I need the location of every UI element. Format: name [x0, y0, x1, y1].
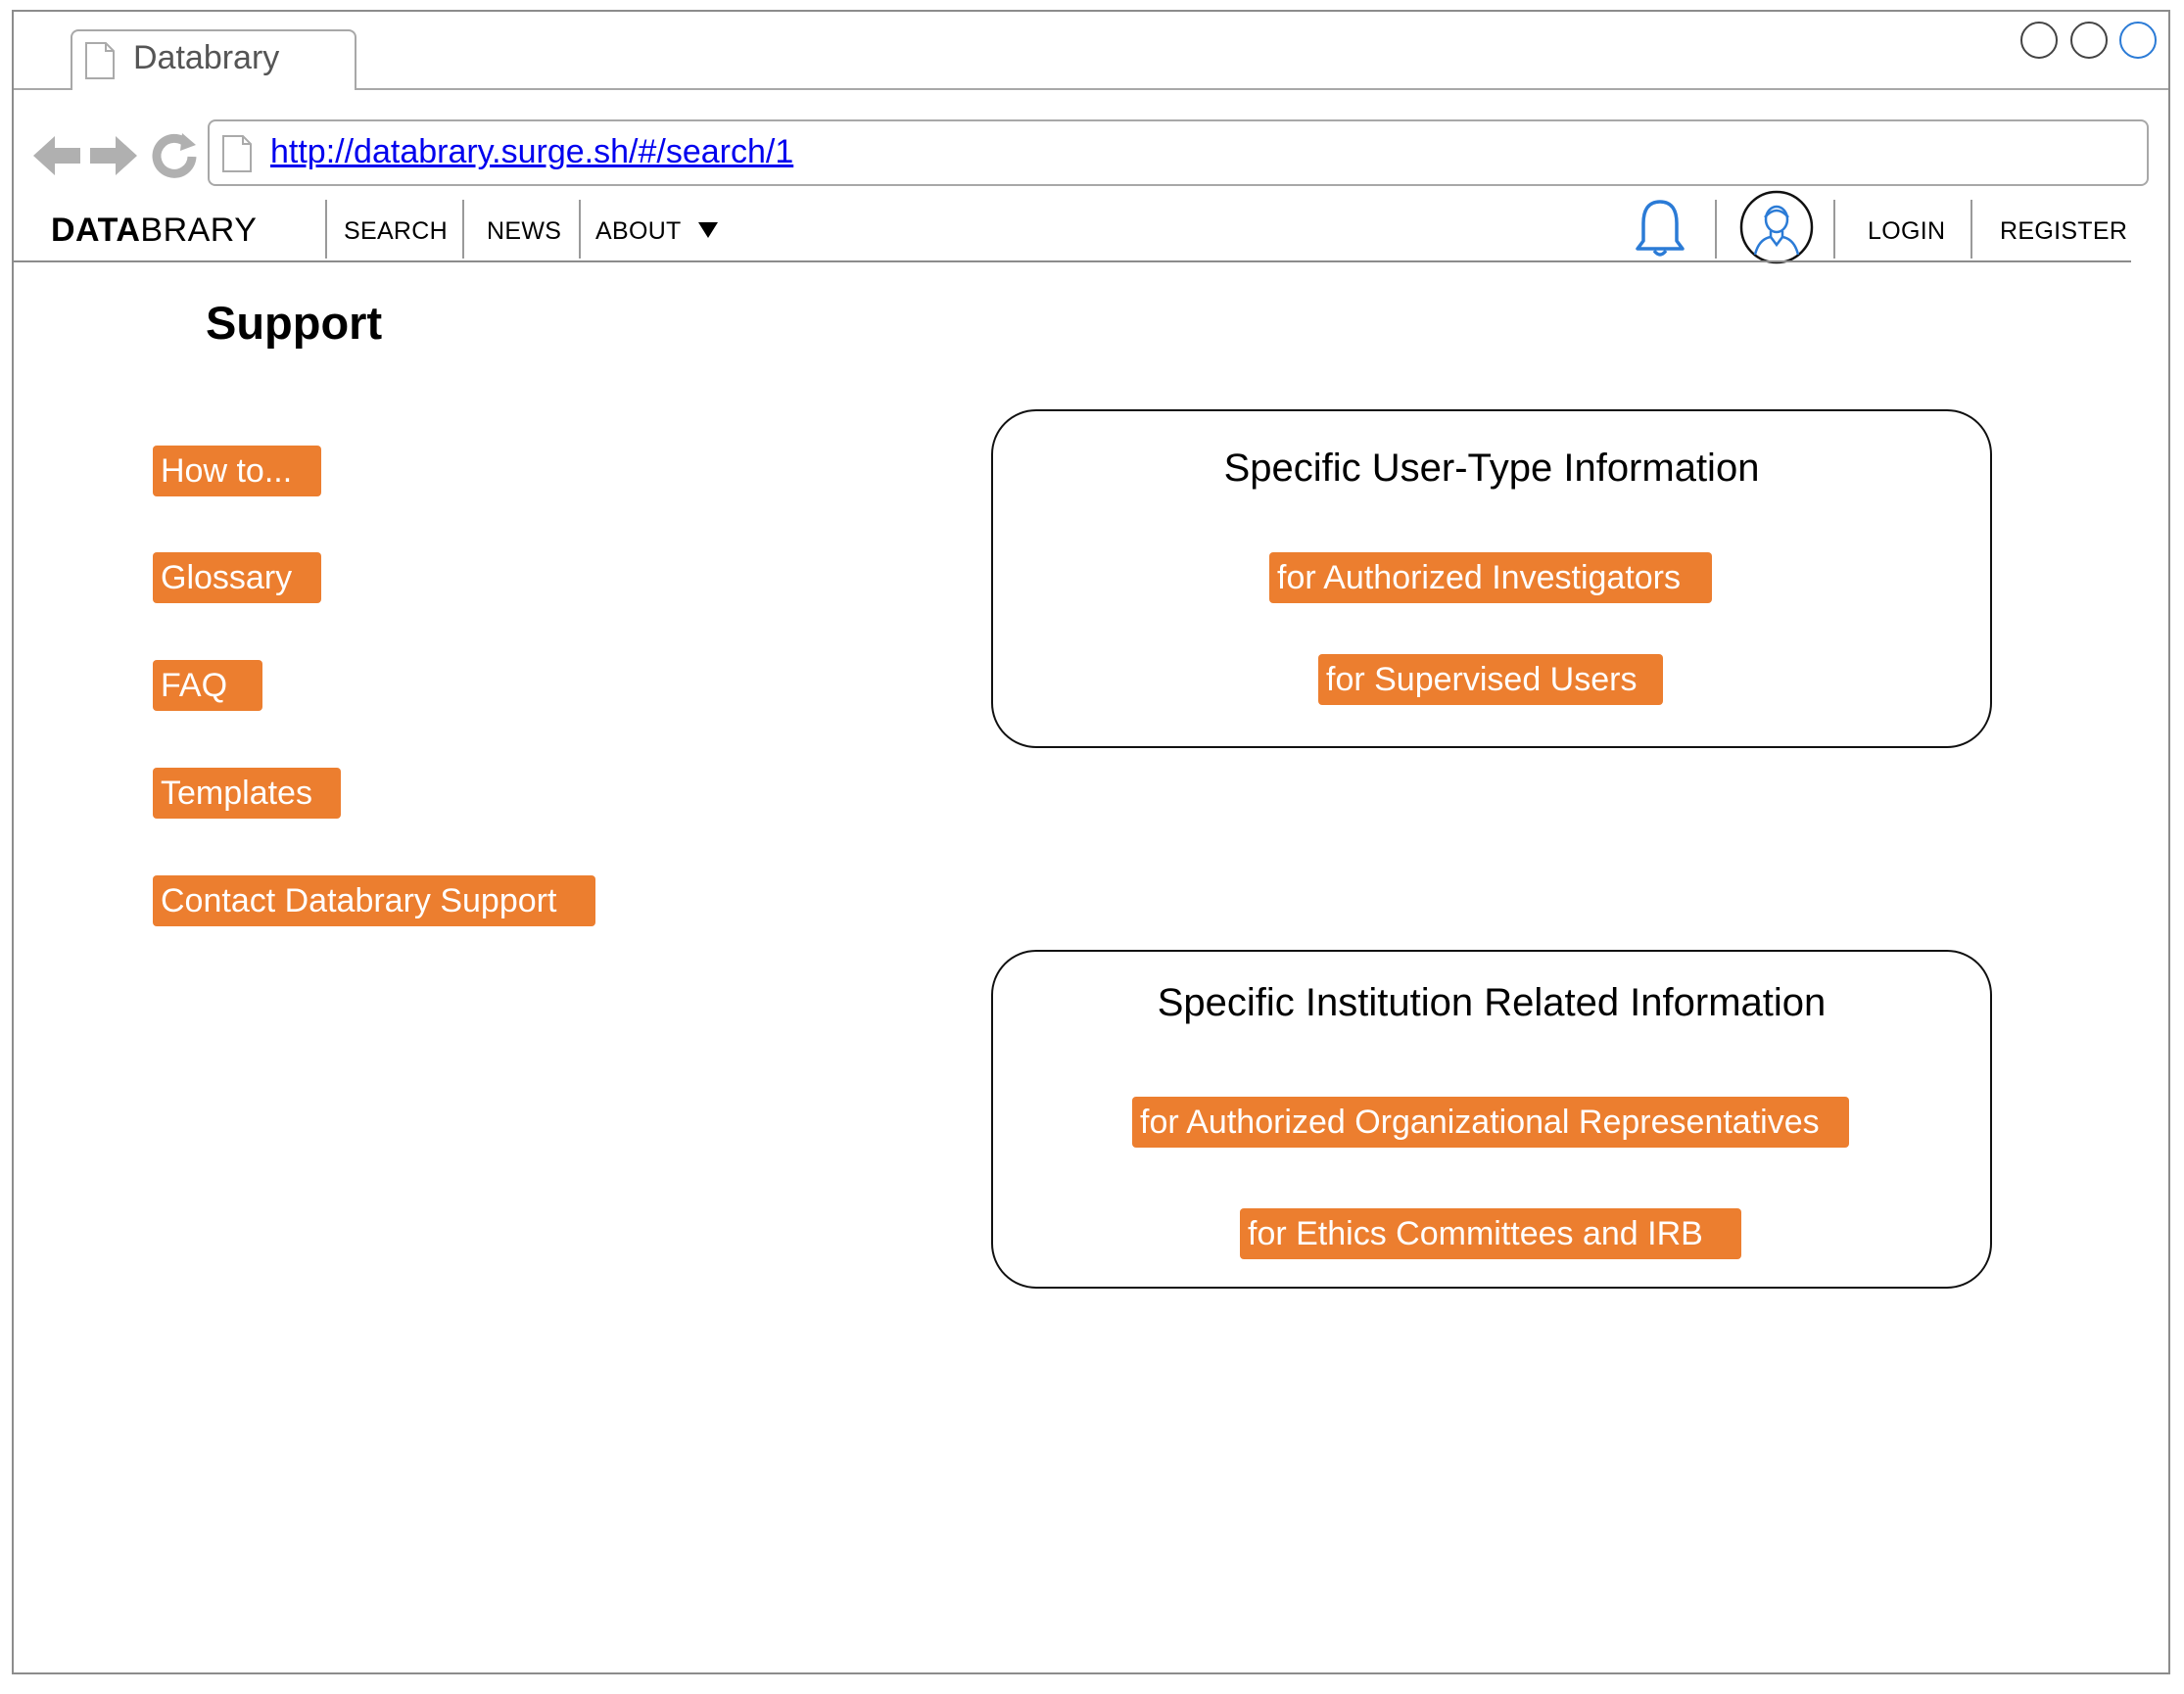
nav-about[interactable]: ABOUT [595, 217, 682, 246]
page-icon [222, 135, 252, 172]
window-minimize-button[interactable] [2020, 22, 2058, 59]
nav-news[interactable]: NEWS [487, 217, 561, 246]
organizational-representatives-button[interactable]: for Authorized Organizational Representa… [1132, 1097, 1849, 1148]
address-url[interactable]: http://databrary.surge.sh/#/search/1 [270, 133, 793, 171]
page-icon [85, 42, 115, 79]
nav-login[interactable]: LOGIN [1868, 217, 1945, 246]
databrary-logo[interactable]: DATABRARY [51, 212, 257, 250]
forward-arrow-icon[interactable] [88, 130, 139, 181]
bell-icon[interactable] [1634, 198, 1686, 259]
nav-divider [1715, 200, 1717, 259]
nav-register[interactable]: REGISTER [2000, 217, 2127, 246]
page-title: Support [206, 297, 383, 349]
ethics-committees-button[interactable]: for Ethics Committees and IRB [1240, 1208, 1741, 1259]
nav-divider [579, 200, 581, 259]
brand-light: BRARY [140, 212, 258, 249]
reload-icon[interactable] [149, 129, 200, 180]
nav-divider [1970, 200, 1972, 259]
user-avatar-icon[interactable] [1739, 190, 1814, 264]
nav-divider [325, 200, 327, 259]
tab-title: Databrary [133, 39, 280, 76]
authorized-investigators-button[interactable]: for Authorized Investigators [1269, 552, 1712, 603]
nav-underline [14, 260, 2131, 262]
window-close-button[interactable] [2119, 22, 2157, 59]
brand-bold: DATA [51, 212, 141, 249]
user-type-panel-title: Specific User-Type Information [1223, 447, 1760, 490]
glossary-button[interactable]: Glossary [153, 552, 321, 603]
back-arrow-icon[interactable] [31, 130, 82, 181]
templates-button[interactable]: Templates [153, 768, 341, 819]
contact-support-button[interactable]: Contact Databrary Support [153, 875, 595, 926]
nav-search[interactable]: SEARCH [344, 217, 448, 246]
caret-down-icon[interactable] [697, 221, 719, 239]
how-to-button[interactable]: How to... [153, 446, 321, 496]
window-maximize-button[interactable] [2070, 22, 2108, 59]
institution-panel-title: Specific Institution Related Information [1157, 981, 1827, 1024]
nav-divider [1833, 200, 1835, 259]
supervised-users-button[interactable]: for Supervised Users [1318, 654, 1663, 705]
nav-divider [462, 200, 464, 259]
faq-button[interactable]: FAQ [153, 660, 262, 711]
browser-window [12, 10, 2170, 1674]
